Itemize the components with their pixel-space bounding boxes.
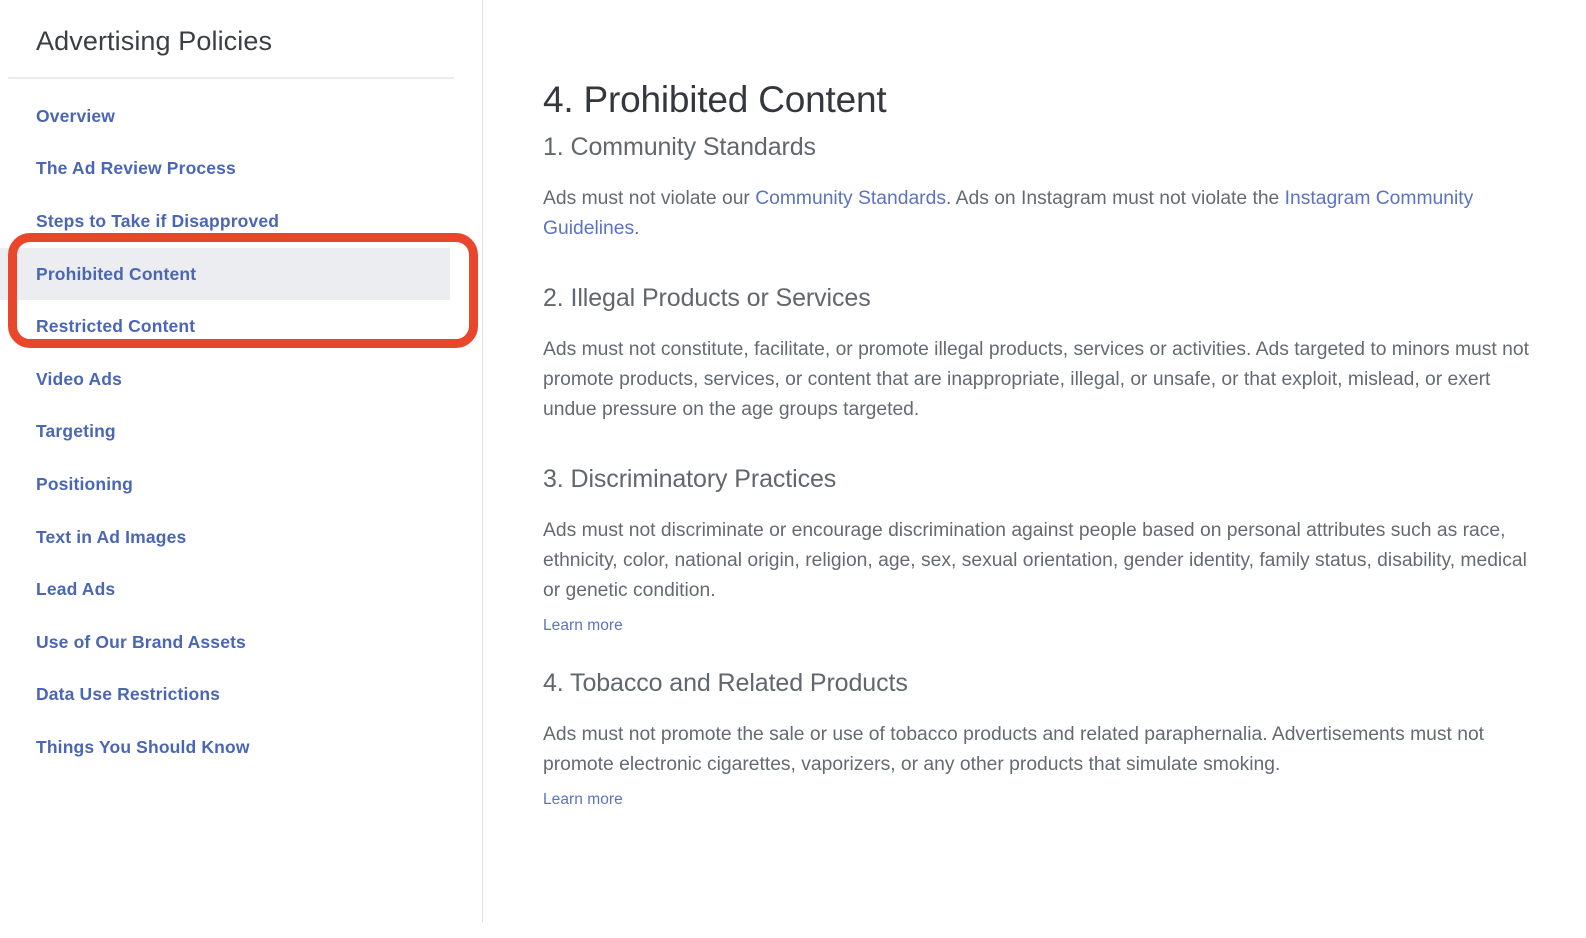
sidebar-item-prohibited-content[interactable]: Prohibited Content	[0, 247, 450, 301]
section-heading: 1. Community Standards	[543, 133, 816, 161]
sidebar-item-label: Restricted Content	[36, 316, 196, 337]
sidebar-item-label: Video Ads	[36, 368, 122, 389]
sidebar: Advertising Policies Overview The Ad Revi…	[0, 0, 483, 938]
sidebar-item-video-ads[interactable]: Video Ads	[0, 353, 470, 406]
section-body-text: Ads must not promote the sale or use of …	[543, 724, 1485, 775]
sidebar-item-steps-to-take-if-disapproved[interactable]: Steps to Take if Disapproved	[0, 195, 470, 248]
sidebar-item-data-use-restrictions[interactable]: Data Use Restrictions	[0, 669, 470, 722]
sidebar-item-label: Steps to Take if Disapproved	[36, 210, 280, 231]
section-body-text: .	[634, 218, 640, 239]
sidebar-item-label: Use of Our Brand Assets	[36, 631, 246, 652]
policy-section: 2. Illegal Products or Services Ads must …	[543, 284, 1553, 425]
policy-page: Advertising Policies Overview The Ad Revi…	[0, 0, 1586, 938]
section-body-text: . Ads on Instagram must not violate the	[945, 188, 1285, 209]
sidebar-item-label: Targeting	[36, 421, 116, 442]
inline-link[interactable]: Community Standards	[755, 188, 946, 209]
policy-sections: 1. Community Standards Ads must not viola…	[543, 133, 1553, 809]
section-body-text: Ads must not discriminate or encourage d…	[543, 520, 1527, 601]
sidebar-item-label: Lead Ads	[36, 579, 116, 600]
page-title: 4. Prohibited Content	[543, 78, 887, 120]
sidebar-nav-list: Overview The Ad Review Process Steps to Ta…	[0, 90, 470, 774]
sidebar-item-label: Text in Ad Images	[36, 526, 187, 547]
learn-more-link[interactable]: Learn more	[543, 617, 623, 635]
main-content: 4. Prohibited Content 1. Community Stand…	[483, 0, 1586, 938]
learn-more-link[interactable]: Learn more	[543, 791, 623, 809]
sidebar-item-lead-ads[interactable]: Lead Ads	[0, 563, 470, 616]
section-heading: 3. Discriminatory Practices	[543, 465, 837, 493]
sidebar-item-things-you-should-know[interactable]: Things You Should Know	[0, 721, 470, 774]
sidebar-item-restricted-content[interactable]: Restricted Content	[0, 300, 470, 353]
section-body-text: Ads must not violate our	[543, 188, 756, 209]
sidebar-item-positioning[interactable]: Positioning	[0, 458, 470, 511]
section-body-text: Ads must not constitute, facilitate, or …	[543, 339, 1529, 420]
sidebar-item-label: Positioning	[36, 473, 133, 494]
section-body: Ads must not promote the sale or use of …	[543, 720, 1543, 780]
policy-section: 4. Tobacco and Related Products Ads must …	[543, 669, 1553, 809]
sidebar-item-targeting[interactable]: Targeting	[0, 406, 470, 459]
policy-section: 1. Community Standards Ads must not viola…	[543, 133, 1553, 244]
sidebar-item-text-in-ad-images[interactable]: Text in Ad Images	[0, 511, 470, 564]
section-body: Ads must not discriminate or encourage d…	[543, 516, 1543, 606]
sidebar-item-the-ad-review-process[interactable]: The Ad Review Process	[0, 143, 470, 196]
sidebar-divider	[8, 77, 454, 79]
sidebar-item-label: The Ad Review Process	[36, 158, 236, 179]
sidebar-item-overview[interactable]: Overview	[0, 90, 470, 143]
section-body: Ads must not constitute, facilitate, or …	[543, 335, 1543, 425]
sidebar-item-label: Overview	[36, 105, 116, 126]
sidebar-item-label: Data Use Restrictions	[36, 684, 221, 705]
sidebar-item-label: Prohibited Content	[36, 263, 197, 284]
policy-section: 3. Discriminatory Practices Ads must not …	[543, 465, 1553, 635]
section-heading: 2. Illegal Products or Services	[543, 284, 871, 312]
sidebar-title: Advertising Policies	[36, 26, 273, 56]
section-heading: 4. Tobacco and Related Products	[543, 669, 908, 697]
sidebar-item-use-of-our-brand-assets[interactable]: Use of Our Brand Assets	[0, 616, 470, 669]
section-body: Ads must not violate our Community Stand…	[543, 184, 1543, 244]
sidebar-item-label: Things You Should Know	[36, 736, 250, 757]
